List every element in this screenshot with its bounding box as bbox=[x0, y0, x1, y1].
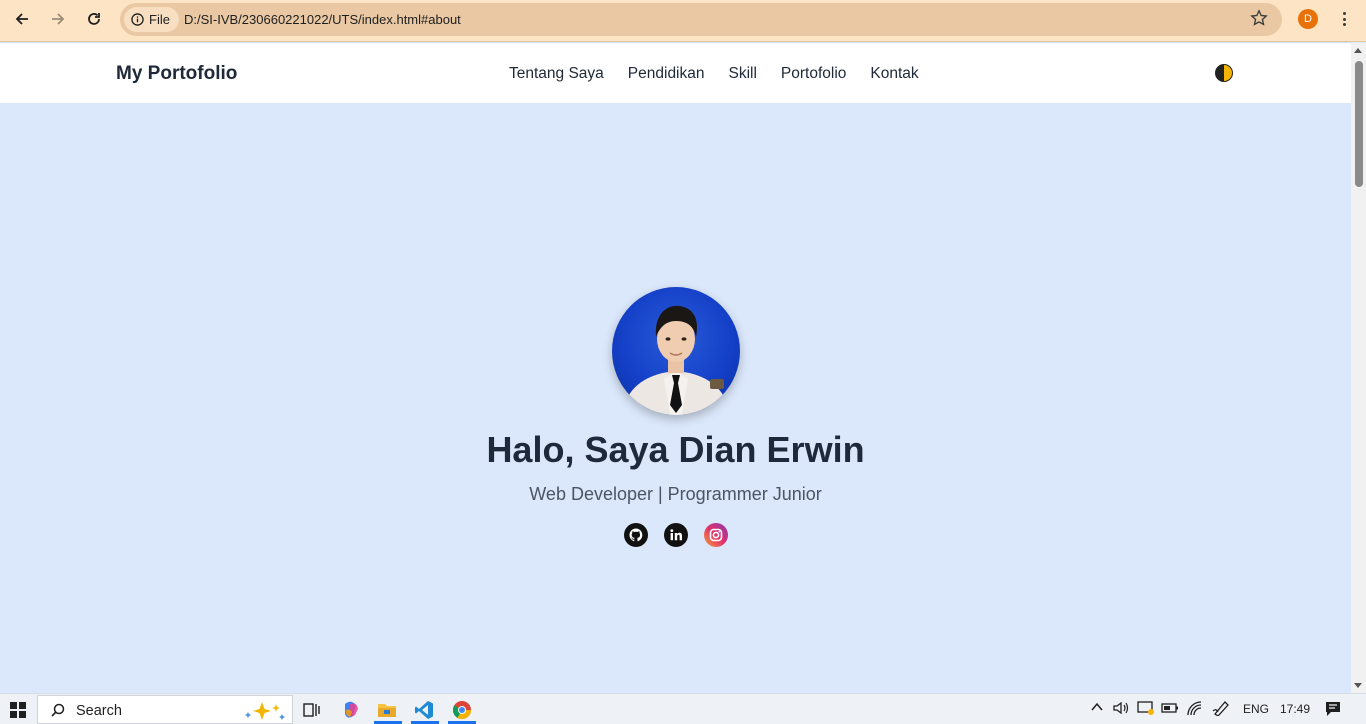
nav-link-pendidikan[interactable]: Pendidikan bbox=[628, 65, 705, 83]
instagram-icon bbox=[704, 523, 728, 547]
main-nav: Tentang Saya Pendidikan Skill Portofolio… bbox=[509, 65, 919, 83]
volume-icon[interactable] bbox=[1112, 700, 1130, 719]
bookmark-button[interactable] bbox=[1250, 9, 1268, 32]
linkedin-link[interactable] bbox=[664, 523, 688, 547]
task-view-icon[interactable] bbox=[301, 699, 323, 721]
profile-avatar[interactable]: D bbox=[1298, 9, 1318, 29]
clock-time[interactable]: 17:49 bbox=[1280, 702, 1310, 716]
star-icon bbox=[1250, 9, 1268, 26]
nav-link-tentang-saya[interactable]: Tentang Saya bbox=[509, 65, 604, 83]
site-header: My Portofolio Tentang Saya Pendidikan Sk… bbox=[0, 43, 1351, 103]
nav-link-skill[interactable]: Skill bbox=[729, 65, 757, 83]
page-scrollbar[interactable] bbox=[1351, 43, 1366, 693]
chevron-up-icon[interactable] bbox=[1090, 700, 1104, 717]
reload-button[interactable] bbox=[80, 7, 108, 31]
social-links bbox=[624, 523, 728, 547]
nav-link-kontak[interactable]: Kontak bbox=[870, 65, 918, 83]
windows-start-icon[interactable] bbox=[10, 702, 26, 718]
github-link[interactable] bbox=[624, 523, 648, 547]
linkedin-icon bbox=[664, 523, 688, 547]
sparkle-icon bbox=[245, 702, 285, 720]
pen-icon[interactable] bbox=[1212, 700, 1230, 719]
scroll-thumb[interactable] bbox=[1355, 61, 1363, 187]
reload-icon bbox=[88, 13, 100, 25]
wifi-icon[interactable] bbox=[1186, 700, 1204, 719]
hero-subtitle: Web Developer | Programmer Junior bbox=[529, 484, 822, 504]
notification-icon[interactable] bbox=[1325, 701, 1341, 720]
theme-toggle-icon[interactable] bbox=[1215, 64, 1233, 82]
vscode-icon[interactable] bbox=[413, 699, 435, 721]
url-text[interactable]: D:/SI-IVB/230660221022/UTS/index.html#ab… bbox=[184, 12, 461, 27]
profile-photo bbox=[612, 287, 740, 415]
browser-toolbar: File D:/SI-IVB/230660221022/UTS/index.ht… bbox=[0, 0, 1366, 42]
site-brand[interactable]: My Portofolio bbox=[116, 63, 237, 85]
language-indicator[interactable]: ENG bbox=[1243, 702, 1269, 716]
forward-button[interactable] bbox=[44, 7, 72, 31]
file-explorer-icon[interactable] bbox=[376, 699, 398, 721]
taskbar: Search ENG 17:49 bbox=[0, 693, 1366, 724]
site-info-chip[interactable]: File bbox=[124, 7, 179, 32]
search-label: Search bbox=[76, 703, 122, 719]
network-device-icon[interactable] bbox=[1137, 700, 1155, 719]
info-icon bbox=[131, 13, 144, 26]
browser-menu-button[interactable] bbox=[1336, 9, 1352, 29]
chrome-icon[interactable] bbox=[451, 699, 473, 721]
nav-link-portofolio[interactable]: Portofolio bbox=[781, 65, 846, 83]
copilot-icon[interactable] bbox=[340, 699, 362, 721]
arrow-right-icon bbox=[52, 13, 65, 25]
instagram-link[interactable] bbox=[704, 523, 728, 547]
scroll-down-arrow[interactable] bbox=[1354, 683, 1362, 688]
site-chip-label: File bbox=[149, 12, 170, 27]
battery-icon[interactable] bbox=[1161, 701, 1179, 718]
scroll-up-arrow[interactable] bbox=[1354, 48, 1362, 53]
back-button[interactable] bbox=[8, 7, 36, 31]
taskbar-search-box[interactable]: Search bbox=[37, 695, 293, 724]
search-icon bbox=[51, 703, 65, 717]
address-bar[interactable]: File D:/SI-IVB/230660221022/UTS/index.ht… bbox=[120, 3, 1282, 36]
about-section: Halo, Saya Dian Erwin Web Developer | Pr… bbox=[0, 103, 1351, 693]
github-icon bbox=[624, 523, 648, 547]
arrow-left-icon bbox=[15, 13, 28, 25]
hero-title: Halo, Saya Dian Erwin bbox=[486, 429, 865, 470]
